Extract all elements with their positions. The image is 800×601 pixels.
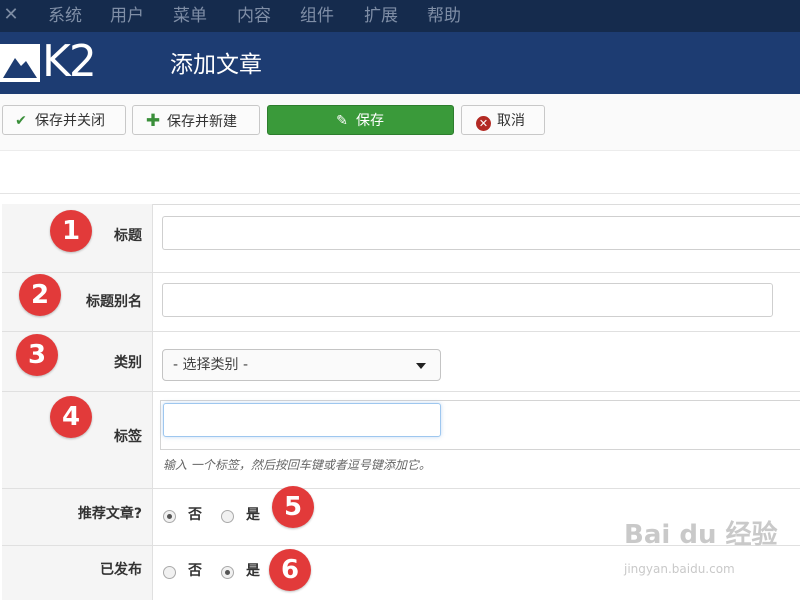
baidu-watermark-url: jingyan.baidu.com	[624, 562, 735, 576]
plus-icon: ✚	[145, 111, 161, 131]
featured-yes-radio[interactable]	[221, 510, 234, 523]
annotation-badge-2: 2	[19, 274, 61, 316]
row-divider	[2, 488, 800, 489]
featured-no-label: 否	[188, 507, 202, 523]
annotation-badge-4: 4	[50, 396, 92, 438]
annotation-badge-5: 5	[272, 486, 314, 528]
published-yes-radio[interactable]	[221, 566, 234, 579]
row-divider	[2, 272, 800, 273]
page-header	[0, 32, 800, 94]
k2-brand-text: K2	[42, 36, 97, 87]
alias-input[interactable]	[162, 283, 773, 317]
annotation-badge-6: 6	[269, 549, 311, 591]
edit-icon: ✎	[336, 113, 348, 129]
save-close-button[interactable]: ✔ 保存并关闭	[2, 105, 126, 135]
menu-item-menus[interactable]: 菜单	[173, 5, 207, 27]
menu-item-help[interactable]: 帮助	[427, 5, 461, 27]
tags-label: 标签	[114, 429, 142, 445]
category-label: 类别	[114, 355, 142, 371]
k2-logo-icon	[0, 44, 40, 82]
category-select-value: - 选择类别 -	[173, 357, 249, 373]
published-label: 已发布	[100, 562, 142, 578]
tags-hint: 输入 一个标签，然后按回车键或者逗号键添加它。	[163, 458, 431, 472]
title-label: 标题	[114, 228, 142, 244]
save-label: 保存	[356, 113, 384, 129]
menu-item-components[interactable]: 组件	[300, 5, 334, 27]
published-no-label: 否	[188, 563, 202, 579]
page-title: 添加文章	[170, 52, 262, 78]
divider	[0, 193, 800, 194]
menu-item-extensions[interactable]: 扩展	[364, 5, 398, 27]
check-icon: ✔	[15, 113, 27, 129]
menu-item-system[interactable]: 系统	[48, 5, 82, 27]
tags-input[interactable]	[163, 403, 441, 437]
featured-no-radio[interactable]	[163, 510, 176, 523]
featured-label: 推荐文章?	[77, 506, 142, 522]
annotation-badge-3: 3	[16, 334, 58, 376]
menu-item-content[interactable]: 内容	[237, 5, 271, 27]
caret-down-icon	[416, 363, 426, 369]
save-new-label: 保存并新建	[167, 114, 237, 130]
close-circle-icon: ✕	[476, 116, 491, 131]
save-close-label: 保存并关闭	[35, 113, 105, 129]
row-divider	[2, 331, 800, 332]
category-select[interactable]: - 选择类别 -	[162, 349, 441, 381]
row-divider	[2, 391, 800, 392]
cancel-button[interactable]: ✕ 取消	[461, 105, 545, 135]
joomla-icon[interactable]: ✕	[0, 4, 22, 26]
alias-label: 标题别名	[86, 294, 142, 310]
published-yes-label: 是	[246, 563, 260, 579]
baidu-watermark: Bai du 经验	[624, 520, 778, 550]
top-menubar: ✕ 系统 用户 菜单 内容 组件 扩展 帮助	[0, 0, 800, 32]
save-new-button[interactable]: ✚ 保存并新建	[132, 105, 260, 135]
save-button[interactable]: ✎ 保存	[267, 105, 454, 135]
menu-item-users[interactable]: 用户	[110, 5, 144, 27]
cancel-label: 取消	[497, 113, 525, 129]
published-no-radio[interactable]	[163, 566, 176, 579]
featured-yes-label: 是	[246, 507, 260, 523]
title-input[interactable]	[162, 216, 800, 250]
